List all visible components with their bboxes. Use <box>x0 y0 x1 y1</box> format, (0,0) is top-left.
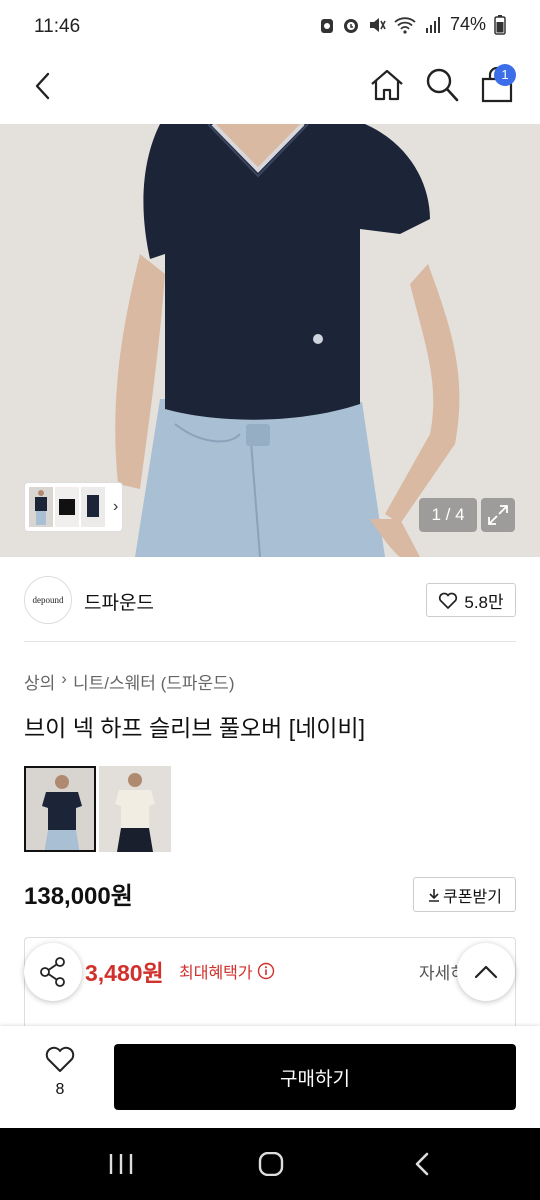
color-option-navy[interactable] <box>24 766 96 852</box>
signal-icon <box>425 16 440 33</box>
download-icon <box>429 888 440 902</box>
heart-icon <box>439 592 458 609</box>
mute-icon <box>369 17 386 32</box>
system-back-icon[interactable] <box>412 1152 432 1176</box>
product-title: 브이 넥 하프 슬리브 풀오버 [네이비] <box>24 715 365 741</box>
alarm-icon <box>343 18 358 33</box>
cart-count-badge: 1 <box>494 64 516 86</box>
breadcrumb-item-subcategory[interactable]: 니트/스웨터 (드파운드) <box>73 669 235 694</box>
max-benefit-box: 3,480원 최대혜택가 자세히 <box>24 937 516 1027</box>
battery-icon <box>494 14 506 35</box>
back-arrow-icon[interactable] <box>28 68 60 104</box>
purchase-bar: 8 구매하기 <box>0 1026 540 1128</box>
wifi-icon <box>394 16 416 34</box>
strip-thumbnail[interactable] <box>81 487 105 527</box>
strip-thumbnail[interactable] <box>29 487 53 527</box>
chevron-up-icon <box>474 965 498 979</box>
heart-icon <box>45 1046 75 1072</box>
info-icon[interactable] <box>257 962 275 980</box>
breadcrumb-item-category[interactable]: 상의 <box>24 669 55 694</box>
coupon-button[interactable]: 쿠폰받기 <box>413 877 516 912</box>
status-icons: 74% <box>320 14 506 35</box>
brand-like-button[interactable]: 5.8만 <box>426 583 516 617</box>
notification-icon <box>320 18 333 33</box>
wishlist-count: 8 <box>55 1081 65 1098</box>
system-nav-bar <box>0 1128 540 1200</box>
search-icon[interactable] <box>424 66 460 104</box>
brand-row: depound 드파운드 5.8만 <box>24 576 516 624</box>
scroll-top-button[interactable] <box>457 943 515 1001</box>
product-price: 138,000원 <box>24 883 133 910</box>
expand-icon <box>488 505 508 525</box>
divider <box>24 641 516 642</box>
color-option-ivory[interactable] <box>99 766 171 852</box>
recent-apps-icon[interactable] <box>108 1152 134 1176</box>
max-benefit-price: 3,480원 <box>85 960 164 986</box>
max-benefit-label-text: 최대혜택가 <box>179 965 253 982</box>
image-thumbnail-strip[interactable]: › <box>24 482 123 532</box>
strip-next-icon[interactable]: › <box>113 498 118 516</box>
brand-like-count: 5.8만 <box>464 592 504 612</box>
brand-logo[interactable]: depound <box>24 576 72 624</box>
home-button-icon[interactable] <box>258 1152 284 1176</box>
brand-name[interactable]: 드파운드 <box>84 588 154 615</box>
status-bar: 11:46 74% <box>0 0 540 56</box>
status-time: 11:46 <box>34 16 81 37</box>
max-benefit-label: 최대혜택가 <box>179 959 275 983</box>
strip-thumbnail[interactable] <box>55 487 79 527</box>
share-icon <box>40 957 65 987</box>
battery-level: 74% <box>449 14 486 34</box>
breadcrumb-separator: › <box>61 669 67 688</box>
expand-image-button[interactable] <box>481 498 515 532</box>
buy-button[interactable]: 구매하기 <box>114 1044 516 1110</box>
home-icon[interactable] <box>368 66 406 104</box>
image-page-indicator: 1 / 4 <box>419 498 477 532</box>
share-button[interactable] <box>24 943 82 1001</box>
breadcrumb: 상의 › 니트/스웨터 (드파운드) <box>24 669 234 694</box>
wishlist-button[interactable]: 8 <box>34 1044 86 1110</box>
nav-bar <box>0 56 540 124</box>
coupon-label: 쿠폰받기 <box>443 888 502 906</box>
